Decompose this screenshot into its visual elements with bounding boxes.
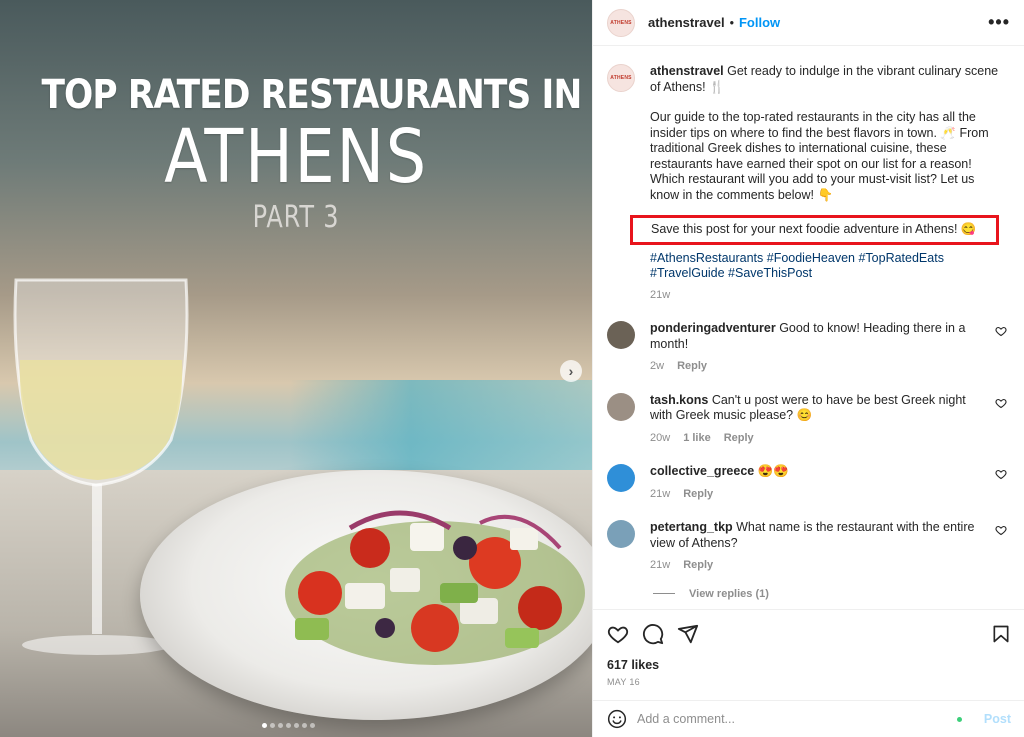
reply-button[interactable]: Reply bbox=[724, 431, 754, 447]
avatar[interactable]: ATHENS bbox=[607, 64, 635, 92]
view-replies-label[interactable]: View replies (1) bbox=[689, 588, 769, 600]
comment-likes[interactable]: 1 like bbox=[683, 431, 711, 447]
avatar[interactable] bbox=[607, 464, 635, 492]
comment-input[interactable] bbox=[637, 712, 957, 726]
chevron-right-icon: › bbox=[568, 363, 574, 379]
avatar[interactable] bbox=[607, 392, 635, 421]
highlighted-caption-line: Save this post for your next foodie adve… bbox=[630, 215, 1000, 245]
comment-meta: 21w Reply bbox=[650, 558, 980, 574]
reply-button[interactable]: Reply bbox=[683, 558, 713, 574]
add-comment-bar: Post bbox=[593, 700, 1024, 737]
comment-item: petertang_tkp What name is the restauran… bbox=[607, 520, 1011, 574]
carousel-dot bbox=[294, 723, 299, 728]
comment-username[interactable]: collective_greece bbox=[650, 464, 754, 478]
post-actions: 617 likes MAY 16 bbox=[593, 609, 1024, 687]
carousel-dot bbox=[262, 723, 267, 728]
caption-username[interactable]: athenstravel bbox=[650, 64, 724, 78]
comment-body: ponderingadventurer Good to know! Headin… bbox=[650, 321, 980, 375]
follow-button[interactable]: Follow bbox=[739, 15, 780, 30]
comment-meta: 21w Reply bbox=[650, 487, 980, 503]
view-replies-button[interactable]: View replies (1) bbox=[653, 588, 1011, 600]
carousel-dot bbox=[270, 723, 275, 728]
comment-username[interactable]: tash.kons bbox=[650, 393, 708, 407]
post-caption: ATHENS athenstravel Get ready to indulge… bbox=[607, 64, 1011, 303]
title-line-3: PART 3 bbox=[252, 200, 340, 235]
comment-body: tash.kons Can't u post were to have be b… bbox=[650, 393, 980, 447]
divider bbox=[653, 593, 675, 594]
avatar-logo-text: ATHENS bbox=[610, 75, 632, 81]
carousel-dot bbox=[278, 723, 283, 728]
likes-count[interactable]: 617 likes bbox=[607, 658, 1011, 672]
comment-item: collective_greece 😍😍 21w Reply bbox=[607, 464, 1011, 502]
carousel-dot bbox=[310, 723, 315, 728]
heart-icon[interactable] bbox=[607, 623, 629, 645]
carousel-dot bbox=[286, 723, 291, 728]
comment-item: ponderingadventurer Good to know! Headin… bbox=[607, 321, 1011, 375]
carousel-indicator bbox=[262, 723, 315, 728]
heart-icon[interactable] bbox=[995, 468, 1007, 480]
comments-scroll-area[interactable]: ATHENS athenstravel Get ready to indulge… bbox=[593, 52, 1024, 608]
author-username[interactable]: athenstravel bbox=[648, 15, 725, 30]
greek-salad-image bbox=[285, 510, 585, 665]
image-title: TOP RATED RESTAURANTS IN ATHENS PART 3 bbox=[0, 72, 592, 235]
status-dot bbox=[956, 716, 962, 722]
send-icon[interactable] bbox=[677, 623, 699, 645]
comment-username[interactable]: ponderingadventurer bbox=[650, 321, 776, 335]
post-side-panel: ATHENS athenstravel • Follow ••• ATHENS … bbox=[592, 0, 1024, 737]
post-image[interactable]: TOP RATED RESTAURANTS IN ATHENS PART 3 › bbox=[0, 0, 592, 737]
post-date: MAY 16 bbox=[607, 677, 640, 687]
comment-time: 2w bbox=[650, 360, 665, 372]
comment-body: petertang_tkp What name is the restauran… bbox=[650, 520, 980, 574]
bookmark-icon[interactable] bbox=[991, 623, 1011, 645]
reply-button[interactable]: Reply bbox=[677, 359, 707, 375]
emoji-icon[interactable] bbox=[607, 709, 627, 729]
reply-button[interactable]: Reply bbox=[683, 487, 713, 503]
caption-body: athenstravel Get ready to indulge in the… bbox=[630, 64, 1000, 303]
comment-text: 😍😍 bbox=[754, 464, 789, 478]
caption-intro: athenstravel Get ready to indulge in the… bbox=[650, 64, 1000, 95]
caption-hashtags[interactable]: #AthensRestaurants #FoodieHeaven #TopRat… bbox=[650, 251, 1000, 282]
comment-meta: 20w 1 like Reply bbox=[650, 431, 980, 447]
carousel-dot bbox=[302, 723, 307, 728]
separator-dot: • bbox=[729, 15, 734, 30]
title-line-1: TOP RATED RESTAURANTS IN bbox=[41, 72, 582, 118]
avatar[interactable]: ATHENS bbox=[607, 8, 635, 37]
comment-icon[interactable] bbox=[642, 623, 664, 645]
heart-icon[interactable] bbox=[995, 524, 1007, 536]
post-header: ATHENS athenstravel • Follow ••• bbox=[593, 0, 1024, 46]
more-options-icon[interactable]: ••• bbox=[988, 12, 1010, 33]
heart-icon[interactable] bbox=[995, 325, 1007, 337]
instagram-post-view: TOP RATED RESTAURANTS IN ATHENS PART 3 ›… bbox=[0, 0, 1024, 737]
comment-body: collective_greece 😍😍 21w Reply bbox=[650, 464, 980, 502]
caption-timestamp: 21w bbox=[650, 288, 671, 301]
avatar-logo-text: ATHENS bbox=[610, 19, 632, 26]
avatar[interactable] bbox=[607, 321, 635, 349]
comment-username[interactable]: petertang_tkp bbox=[650, 520, 733, 534]
avatar[interactable] bbox=[607, 520, 635, 548]
comment-time: 20w bbox=[650, 431, 671, 444]
comment-meta: 2w Reply bbox=[650, 359, 980, 375]
comment-item: tash.kons Can't u post were to have be b… bbox=[607, 392, 1011, 447]
action-icons bbox=[607, 622, 1011, 646]
title-line-2: ATHENS bbox=[164, 114, 428, 200]
caption-paragraph: Our guide to the top-rated restaurants i… bbox=[650, 110, 989, 202]
comment-time: 21w bbox=[650, 487, 671, 500]
heart-icon[interactable] bbox=[995, 397, 1007, 409]
carousel-next-button[interactable]: › bbox=[560, 360, 582, 382]
post-comment-button[interactable]: Post bbox=[984, 712, 1011, 726]
comment-time: 21w bbox=[650, 559, 671, 571]
